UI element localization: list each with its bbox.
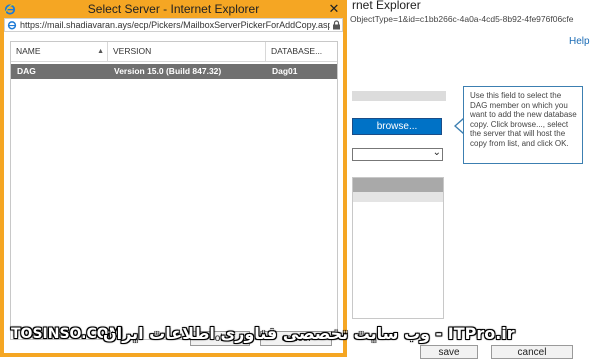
dialog-content: NAME ▲ VERSION DATABASE... DAG Version 1… — [4, 32, 343, 353]
help-tooltip: Use this field to select the DAG member … — [463, 86, 583, 164]
server-dropdown[interactable]: ⌄ — [352, 147, 443, 161]
select-server-dialog: Select Server - Internet Explorer ✕ http… — [0, 0, 347, 357]
parent-window-title: rnet Explorer — [352, 0, 421, 12]
browse-button[interactable]: browse... — [352, 118, 442, 135]
chevron-down-icon: ⌄ — [432, 147, 441, 158]
server-grid[interactable]: NAME ▲ VERSION DATABASE... DAG Version 1… — [10, 41, 338, 340]
section-header-bar — [352, 91, 446, 101]
watermark: TOSINSO.COM ITPro.ir - وب سایت تخصصی فنا… — [11, 324, 515, 350]
watermark-right: ITPro.ir - وب سایت تخصصی فناوری اطلاعات … — [103, 324, 515, 343]
column-header-version[interactable]: VERSION — [108, 42, 266, 61]
close-icon[interactable]: ✕ — [325, 1, 343, 17]
help-link[interactable]: Help — [569, 36, 590, 47]
parent-address-bar[interactable]: ObjectType=1&id=c1bb266c-4a0a-4cd5-8b92-… — [347, 12, 594, 26]
lock-icon — [333, 20, 340, 30]
copy-list[interactable] — [352, 177, 444, 319]
grid-header: NAME ▲ VERSION DATABASE... — [11, 42, 337, 62]
copy-list-row[interactable] — [353, 192, 443, 202]
cell-name: DAG — [17, 66, 36, 76]
column-header-label: NAME — [16, 46, 41, 56]
copy-list-header — [353, 178, 443, 192]
table-row[interactable]: DAG Version 15.0 (Build 847.32) Dag01 — [11, 64, 337, 79]
cell-database: Dag01 — [272, 66, 298, 76]
cell-version: Version 15.0 (Build 847.32) — [114, 66, 222, 76]
dialog-address-bar[interactable]: https://mail.shadiavaran.ays/ecp/Pickers… — [4, 18, 343, 32]
dialog-title: Select Server - Internet Explorer — [87, 2, 260, 16]
sort-ascending-icon: ▲ — [97, 48, 104, 55]
dialog-titlebar[interactable]: Select Server - Internet Explorer ✕ — [0, 0, 347, 18]
dialog-url: https://mail.shadiavaran.ays/ecp/Pickers… — [20, 20, 330, 30]
column-header-database[interactable]: DATABASE... — [266, 42, 337, 61]
internet-explorer-icon — [7, 21, 17, 30]
column-header-name[interactable]: NAME ▲ — [11, 42, 108, 61]
